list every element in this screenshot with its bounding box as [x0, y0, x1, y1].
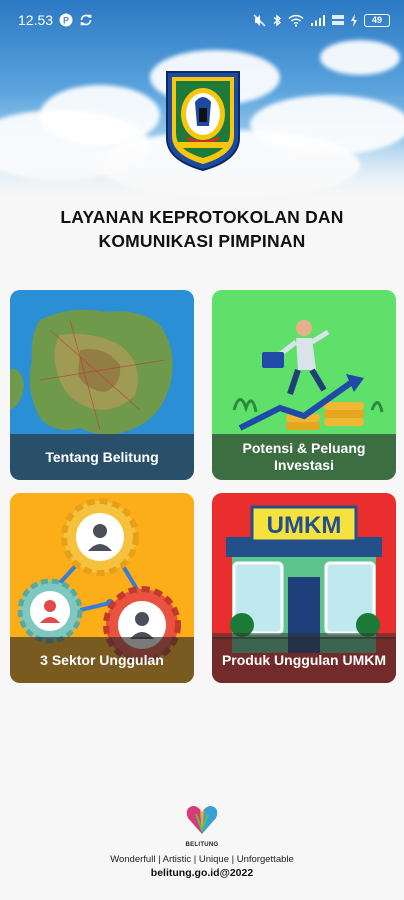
charging-icon [350, 13, 358, 27]
menu-tile-label: Potensi & Peluang Investasi [212, 434, 396, 480]
menu-tile-label: Tentang Belitung [10, 434, 194, 480]
page-title-line2: KOMUNIKASI PIMPINAN [98, 231, 306, 251]
footer-brand: BELITUNG [185, 842, 219, 848]
signal-icon [310, 14, 326, 27]
menu-tile-sektor-unggulan[interactable]: 3 Sektor Unggulan [10, 493, 194, 683]
menu-tile-label: Produk Unggulan UMKM [212, 637, 396, 683]
app-screen: 12.53 P 49 LAYANAN KEPROTOKOLAN DAN KOMU… [0, 0, 404, 900]
belitung-heart-logo [186, 806, 218, 834]
page-title-line1: LAYANAN KEPROTOKOLAN DAN [60, 207, 344, 227]
menu-tile-produk-umkm[interactable]: UMKM Produk Unggulan UMKM [212, 493, 396, 683]
sync-icon [79, 13, 93, 27]
menu-tile-potensi-investasi[interactable]: Potensi & Peluang Investasi [212, 290, 396, 480]
umkm-sign-text: UMKM [267, 512, 342, 539]
bluetooth-icon [272, 14, 282, 27]
footer-site-link[interactable]: belitung.go.id@2022 [0, 867, 404, 879]
menu-tile-label: 3 Sektor Unggulan [10, 637, 194, 683]
page-title: LAYANAN KEPROTOKOLAN DAN KOMUNIKASI PIMP… [0, 205, 404, 253]
battery-indicator: 49 [364, 13, 390, 27]
footer-tagline: Wonderfull | Artistic | Unique | Unforge… [110, 854, 294, 865]
footer: BELITUNG Wonderfull | Artistic | Unique … [0, 800, 404, 879]
svg-text:P: P [63, 16, 69, 26]
data-speed-icon [332, 14, 344, 27]
status-bar: 12.53 P 49 [0, 0, 404, 40]
clock: 12.53 [18, 12, 54, 28]
regency-emblem-logo [166, 71, 240, 172]
menu-tile-tentang-belitung[interactable]: Tentang Belitung [10, 290, 194, 480]
parking-notification-icon: P [59, 13, 73, 27]
wifi-icon [288, 14, 304, 27]
mute-icon [253, 14, 266, 27]
